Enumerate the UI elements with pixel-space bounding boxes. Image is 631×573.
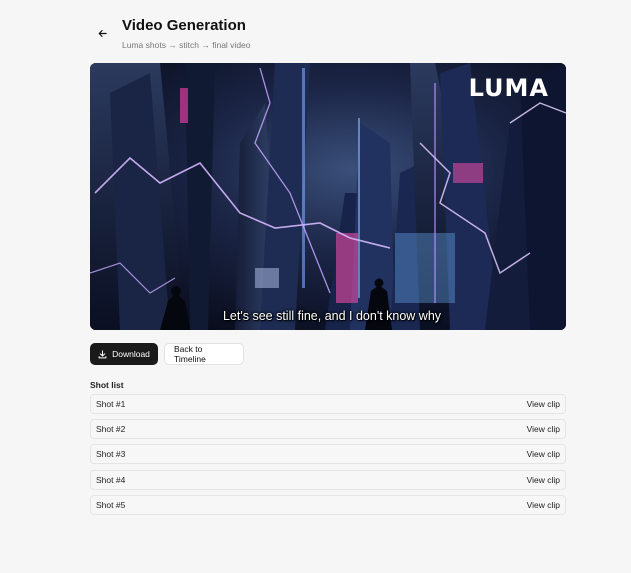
- view-clip-link[interactable]: View clip: [527, 475, 560, 485]
- video-watermark-logo: LUMA: [468, 74, 549, 102]
- video-frame-illustration: [90, 63, 566, 330]
- page: Video Generation Luma shots → stitch → f…: [0, 0, 631, 573]
- header-text: Video Generation Luma shots → stitch → f…: [122, 17, 251, 51]
- view-clip-link[interactable]: View clip: [527, 500, 560, 510]
- shot-label: Shot #5: [96, 499, 126, 510]
- view-clip-link[interactable]: View clip: [527, 449, 560, 459]
- shot-list-heading: Shot list: [90, 380, 124, 390]
- shot-row: Shot #3 View clip: [90, 444, 566, 465]
- shot-label: Shot #4: [96, 474, 126, 485]
- shot-label: Shot #1: [96, 399, 126, 409]
- view-clip-link[interactable]: View clip: [527, 424, 560, 434]
- video-subtitle-caption: Let's see still fine, and I don't know w…: [222, 309, 442, 323]
- shot-row: Shot #4 View clip: [90, 469, 566, 490]
- download-label: Download: [112, 349, 150, 359]
- shot-label: Shot #3: [96, 449, 126, 460]
- page-subtitle: Luma shots → stitch → final video: [122, 40, 251, 50]
- back-arrow-icon[interactable]: [96, 27, 108, 39]
- page-title: Video Generation: [122, 17, 246, 34]
- shot-row: Shot #1 View clip: [90, 394, 566, 414]
- back-to-timeline-button[interactable]: Back to Timeline: [164, 343, 244, 365]
- download-button[interactable]: Download: [90, 343, 158, 365]
- shot-list: Shot #1 View clip Shot #2 View clip Shot…: [90, 394, 566, 520]
- action-bar: Download Back to Timeline: [90, 343, 244, 365]
- page-header: Video Generation Luma shots → stitch → f…: [96, 18, 251, 50]
- video-player[interactable]: LUMA Let's see still fine, and I don't k…: [90, 63, 566, 330]
- download-icon: [98, 349, 107, 359]
- view-clip-link[interactable]: View clip: [527, 399, 560, 409]
- shot-row: Shot #5 View clip: [90, 494, 566, 515]
- shot-row: Shot #2 View clip: [90, 419, 566, 440]
- shot-label: Shot #2: [96, 424, 126, 435]
